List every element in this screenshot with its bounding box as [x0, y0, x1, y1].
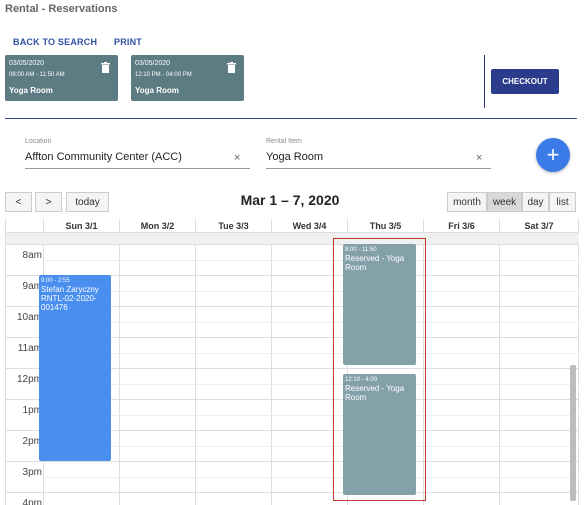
- rental-item-underline: [266, 168, 491, 169]
- half-hour-line: [44, 291, 579, 292]
- hour-line: [6, 461, 579, 462]
- time-label: 9am: [22, 281, 42, 292]
- time-label: 12pm: [16, 374, 42, 385]
- day-column[interactable]: [120, 233, 196, 505]
- add-button[interactable]: +: [536, 138, 570, 172]
- hour-line: [6, 492, 579, 493]
- location-underline: [25, 168, 250, 169]
- time-label: 1pm: [22, 405, 42, 416]
- rental-item-label: Rental Item: [266, 138, 302, 145]
- half-hour-line: [44, 353, 579, 354]
- half-hour-line: [44, 260, 579, 261]
- section-divider: [5, 118, 577, 119]
- rental-item-clear-icon[interactable]: ×: [476, 152, 482, 164]
- trash-icon[interactable]: [227, 62, 236, 73]
- today-button[interactable]: today: [66, 192, 109, 212]
- page-title: Rental - Reservations: [5, 3, 118, 15]
- view-day-button[interactable]: day: [522, 192, 549, 212]
- scrollbar[interactable]: [570, 365, 576, 501]
- time-label: 11am: [17, 343, 42, 354]
- day-column[interactable]: [500, 233, 579, 505]
- half-hour-line: [44, 322, 579, 323]
- card-time: 12:10 PM - 04:00 PM: [135, 72, 192, 78]
- card-room: Yoga Room: [9, 86, 53, 95]
- location-label: Location: [25, 138, 52, 145]
- calendar-event[interactable]: 9:00 - 2:55 Stefan Zaryczny RNTL-02-2020…: [39, 275, 111, 461]
- card-room: Yoga Room: [135, 86, 179, 95]
- checkout-button[interactable]: CHECKOUT: [491, 69, 559, 94]
- card-date: 03/05/2020: [9, 60, 45, 67]
- time-label: 10am: [16, 312, 42, 323]
- all-day-row: [6, 233, 579, 244]
- prev-button[interactable]: <: [5, 192, 32, 212]
- date-range-title: Mar 1 – 7, 2020: [240, 192, 340, 208]
- time-label: 2pm: [22, 436, 42, 447]
- selection-highlight: [333, 238, 426, 501]
- day-header: Sat 3/7: [500, 219, 579, 233]
- day-header: Fri 3/6: [424, 219, 500, 233]
- hour-line: [6, 244, 579, 245]
- time-label: 3pm: [22, 467, 42, 478]
- location-clear-icon[interactable]: ×: [234, 152, 240, 164]
- location-input[interactable]: Affton Community Center (ACC): [25, 151, 182, 163]
- day-header: Thu 3/5: [348, 219, 424, 233]
- half-hour-line: [44, 384, 579, 385]
- back-to-search-link[interactable]: BACK TO SEARCH: [13, 37, 97, 47]
- view-list-button[interactable]: list: [549, 192, 576, 212]
- time-label: 4pm: [22, 498, 42, 505]
- day-header: Sun 3/1: [44, 219, 120, 233]
- week-calendar-grid: Sun 3/1 Mon 3/2 Tue 3/3 Wed 3/4 Thu 3/5 …: [5, 219, 579, 505]
- card-time: 08:00 AM - 11:50 AM: [9, 72, 65, 78]
- event-time: 9:00 - 2:55: [41, 278, 70, 284]
- half-hour-line: [44, 477, 579, 478]
- day-header: Mon 3/2: [120, 219, 196, 233]
- vertical-divider: [484, 55, 485, 108]
- view-week-button[interactable]: week: [487, 192, 522, 212]
- half-hour-line: [44, 446, 579, 447]
- next-button[interactable]: >: [35, 192, 62, 212]
- trash-icon[interactable]: [101, 62, 110, 73]
- day-header: Tue 3/3: [196, 219, 272, 233]
- reservation-card[interactable]: 03/05/2020 08:00 AM - 11:50 AM Yoga Room: [5, 55, 118, 101]
- rental-item-input[interactable]: Yoga Room: [266, 151, 323, 163]
- card-date: 03/05/2020: [135, 60, 171, 67]
- day-column[interactable]: [424, 233, 500, 505]
- reservation-card[interactable]: 03/05/2020 12:10 PM - 04:00 PM Yoga Room: [131, 55, 244, 101]
- day-header: Wed 3/4: [272, 219, 348, 233]
- half-hour-line: [44, 415, 579, 416]
- time-gutter-header: [6, 219, 44, 233]
- print-link[interactable]: PRINT: [114, 37, 142, 47]
- time-label: 8am: [22, 250, 42, 261]
- day-column[interactable]: [196, 233, 272, 505]
- event-title: Stefan Zaryczny RNTL-02-2020-001476: [41, 285, 99, 312]
- view-month-button[interactable]: month: [447, 192, 487, 212]
